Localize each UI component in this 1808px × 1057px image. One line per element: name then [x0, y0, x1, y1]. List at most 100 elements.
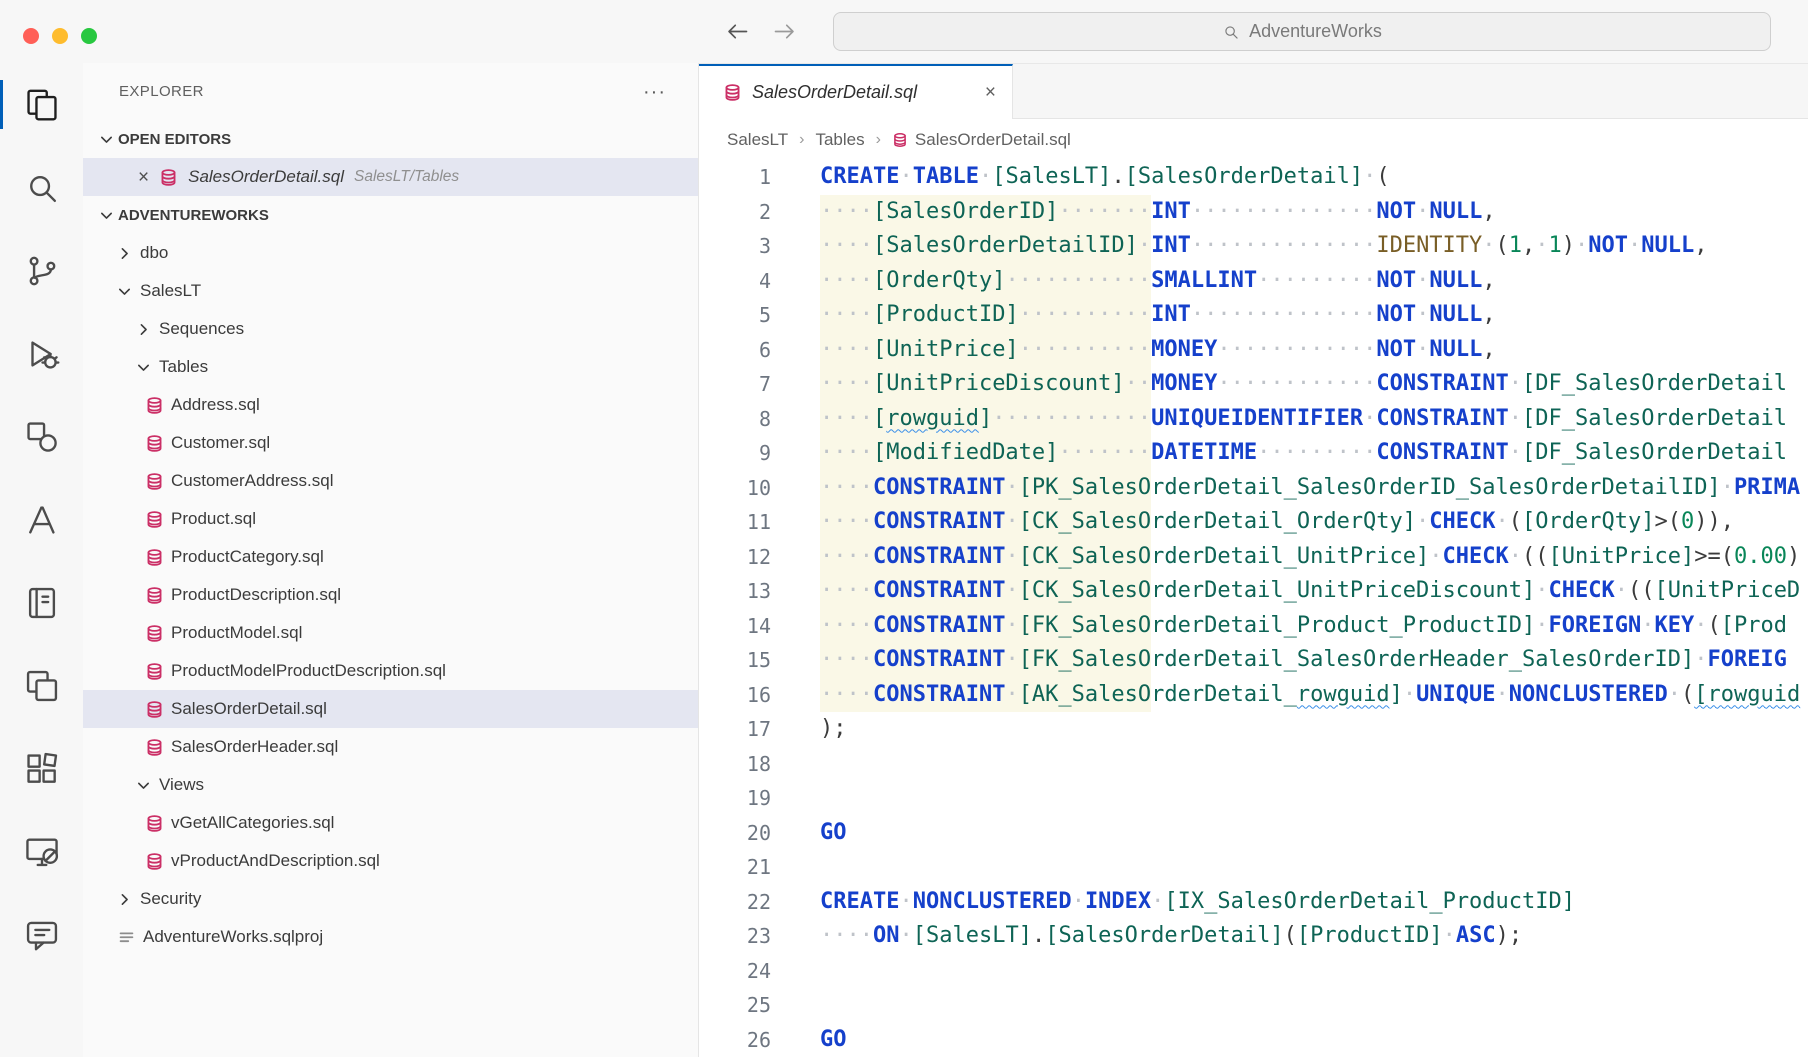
code-line-11[interactable]: 11····CONSTRAINT·[CK_SalesOrderDetail_Or…	[699, 505, 1808, 540]
tree-item-product-sql[interactable]: Product.sql	[83, 500, 698, 538]
tree-item-salesorderdetail-sql[interactable]: SalesOrderDetail.sql	[83, 690, 698, 728]
tree-item-productmodelproductdescription-sql[interactable]: ProductModelProductDescription.sql	[83, 652, 698, 690]
shapes-icon[interactable]	[0, 395, 83, 478]
breadcrumb-item[interactable]: Tables	[815, 130, 864, 150]
tree-item-productcategory-sql[interactable]: ProductCategory.sql	[83, 538, 698, 576]
project-section-header[interactable]: ADVENTUREWORKS	[83, 196, 698, 234]
source-control-icon[interactable]	[0, 229, 83, 312]
tree-item-customeraddress-sql[interactable]: CustomerAddress.sql	[83, 462, 698, 500]
line-number[interactable]: 19	[699, 781, 771, 816]
command-center-search[interactable]: AdventureWorks	[833, 12, 1771, 51]
close-tab-icon[interactable]: ×	[985, 83, 996, 102]
line-number[interactable]: 9	[699, 436, 771, 471]
code-line-10[interactable]: 10····CONSTRAINT·[PK_SalesOrderDetail_Sa…	[699, 471, 1808, 506]
code-line-18[interactable]: 18	[699, 747, 1808, 782]
line-number[interactable]: 20	[699, 816, 771, 851]
line-number[interactable]: 3	[699, 229, 771, 264]
code-line-16[interactable]: 16····CONSTRAINT·[AK_SalesOrderDetail_ro…	[699, 678, 1808, 713]
azure-icon[interactable]	[0, 478, 83, 561]
tree-item-productdescription-sql[interactable]: ProductDescription.sql	[83, 576, 698, 614]
copy-pages-icon[interactable]	[0, 644, 83, 727]
code-line-25[interactable]: 25	[699, 988, 1808, 1023]
explorer-files-icon[interactable]	[0, 63, 83, 146]
line-number[interactable]: 5	[699, 298, 771, 333]
code-line-20[interactable]: 20GO	[699, 816, 1808, 851]
code-line-3[interactable]: 3····[SalesOrderDetailID]·INT···········…	[699, 229, 1808, 264]
code-line-17[interactable]: 17);	[699, 712, 1808, 747]
line-number[interactable]: 22	[699, 885, 771, 920]
breadcrumb-item[interactable]: SalesOrderDetail.sql	[892, 130, 1071, 150]
tree-item-views[interactable]: Views	[83, 766, 698, 804]
line-number[interactable]: 10	[699, 471, 771, 506]
arrow-left-icon[interactable]	[724, 18, 751, 45]
code-line-26[interactable]: 26GO	[699, 1023, 1808, 1057]
tree-item-vproductanddescription-sql[interactable]: vProductAndDescription.sql	[83, 842, 698, 880]
line-number[interactable]: 1	[699, 160, 771, 195]
code-line-5[interactable]: 5····[ProductID]··········INT···········…	[699, 298, 1808, 333]
line-number[interactable]: 13	[699, 574, 771, 609]
code-line-4[interactable]: 4····[OrderQty]···········SMALLINT······…	[699, 264, 1808, 299]
code-line-24[interactable]: 24	[699, 954, 1808, 989]
line-number[interactable]: 8	[699, 402, 771, 437]
open-editor-item[interactable]: × SalesOrderDetail.sql SalesLT/Tables	[83, 158, 698, 196]
arrow-right-icon[interactable]	[771, 18, 798, 45]
line-number[interactable]: 24	[699, 954, 771, 989]
code-line-1[interactable]: 1CREATE·TABLE·[SalesLT].[SalesOrderDetai…	[699, 160, 1808, 195]
tree-item-productmodel-sql[interactable]: ProductModel.sql	[83, 614, 698, 652]
line-number[interactable]: 25	[699, 988, 771, 1023]
code-line-22[interactable]: 22CREATE·NONCLUSTERED·INDEX·[IX_SalesOrd…	[699, 885, 1808, 920]
tree-item-salesorderheader-sql[interactable]: SalesOrderHeader.sql	[83, 728, 698, 766]
tree-item-sequences[interactable]: Sequences	[83, 310, 698, 348]
notebook-icon[interactable]	[0, 561, 83, 644]
extensions-icon[interactable]	[0, 727, 83, 810]
line-number[interactable]: 23	[699, 919, 771, 954]
search-icon[interactable]	[0, 146, 83, 229]
line-number[interactable]: 17	[699, 712, 771, 747]
code-line-8[interactable]: 8····[rowguid]············UNIQUEIDENTIFI…	[699, 402, 1808, 437]
tree-item-tables[interactable]: Tables	[83, 348, 698, 386]
remote-monitor-icon[interactable]	[0, 810, 83, 893]
minimize-window-button[interactable]	[52, 28, 68, 44]
code-line-7[interactable]: 7····[UnitPriceDiscount]··MONEY·········…	[699, 367, 1808, 402]
code-line-19[interactable]: 19	[699, 781, 1808, 816]
code-line-21[interactable]: 21	[699, 850, 1808, 885]
line-number[interactable]: 14	[699, 609, 771, 644]
tree-item-security[interactable]: Security	[83, 880, 698, 918]
more-actions-icon[interactable]: ···	[643, 82, 666, 102]
code-editor[interactable]: 1CREATE·TABLE·[SalesLT].[SalesOrderDetai…	[699, 160, 1808, 1057]
open-editors-section-header[interactable]: OPEN EDITORS	[83, 120, 698, 158]
code-line-content: ····CONSTRAINT·[FK_SalesOrderDetail_Sale…	[771, 643, 1787, 678]
code-line-15[interactable]: 15····CONSTRAINT·[FK_SalesOrderDetail_Sa…	[699, 643, 1808, 678]
code-line-9[interactable]: 9····[ModifiedDate]·······DATETIME······…	[699, 436, 1808, 471]
line-number[interactable]: 4	[699, 264, 771, 299]
breadcrumb-item[interactable]: SalesLT	[727, 130, 788, 150]
close-editor-icon[interactable]: ×	[138, 168, 149, 187]
line-number[interactable]: 16	[699, 678, 771, 713]
tree-item-dbo[interactable]: dbo	[83, 234, 698, 272]
tree-item-vgetallcategories-sql[interactable]: vGetAllCategories.sql	[83, 804, 698, 842]
code-line-13[interactable]: 13····CONSTRAINT·[CK_SalesOrderDetail_Un…	[699, 574, 1808, 609]
line-number[interactable]: 2	[699, 195, 771, 230]
run-and-debug-icon[interactable]	[0, 312, 83, 395]
code-line-23[interactable]: 23····ON·[SalesLT].[SalesOrderDetail]([P…	[699, 919, 1808, 954]
tree-item-saleslt[interactable]: SalesLT	[83, 272, 698, 310]
line-number[interactable]: 7	[699, 367, 771, 402]
chat-icon[interactable]	[0, 893, 83, 976]
line-number[interactable]: 21	[699, 850, 771, 885]
line-number[interactable]: 12	[699, 540, 771, 575]
line-number[interactable]: 15	[699, 643, 771, 678]
code-line-6[interactable]: 6····[UnitPrice]··········MONEY·········…	[699, 333, 1808, 368]
line-number[interactable]: 11	[699, 505, 771, 540]
tree-item-adventureworks-sqlproj[interactable]: AdventureWorks.sqlproj	[83, 918, 698, 956]
line-number[interactable]: 6	[699, 333, 771, 368]
code-line-12[interactable]: 12····CONSTRAINT·[CK_SalesOrderDetail_Un…	[699, 540, 1808, 575]
line-number[interactable]: 18	[699, 747, 771, 782]
code-line-14[interactable]: 14····CONSTRAINT·[FK_SalesOrderDetail_Pr…	[699, 609, 1808, 644]
line-number[interactable]: 26	[699, 1023, 771, 1057]
close-window-button[interactable]	[23, 28, 39, 44]
tree-item-customer-sql[interactable]: Customer.sql	[83, 424, 698, 462]
tab-salesorderdetail-sql[interactable]: SalesOrderDetail.sql ×	[699, 64, 1013, 119]
tree-item-address-sql[interactable]: Address.sql	[83, 386, 698, 424]
zoom-window-button[interactable]	[81, 28, 97, 44]
code-line-2[interactable]: 2····[SalesOrderID]·······INT···········…	[699, 195, 1808, 230]
